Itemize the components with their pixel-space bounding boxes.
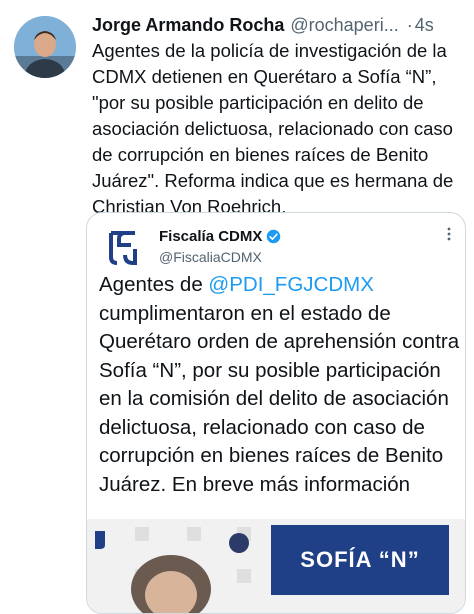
avatar[interactable] [14, 16, 76, 78]
fgj-logo-icon[interactable] [103, 227, 143, 267]
quoted-tweet-image[interactable]: SOFÍA “N” [87, 519, 465, 613]
name-banner: SOFÍA “N” [271, 525, 449, 595]
tweet-text: Agentes de la policía de investigación d… [92, 40, 454, 217]
quoted-text-start: Agentes de [99, 273, 209, 296]
author-name[interactable]: Jorge Armando Rocha [92, 15, 284, 36]
quoted-tweet[interactable]: Fiscalía CDMX @FiscaliaCDMX Agentes de @… [86, 212, 466, 614]
verified-badge-icon [266, 229, 281, 244]
quoted-author-handle[interactable]: @FiscaliaCDMX [159, 249, 262, 265]
quoted-tweet-text: Agentes de @PDI_FGJCDMX cumplimentaron e… [99, 271, 461, 499]
quoted-author-label: Fiscalía CDMX [159, 228, 263, 245]
more-options-icon[interactable] [447, 227, 451, 241]
tweet-timestamp[interactable]: 4s [415, 15, 434, 36]
separator: · [406, 15, 413, 35]
quoted-author-name[interactable]: Fiscalía CDMX [159, 228, 281, 245]
avatar-photo [14, 16, 76, 78]
quoted-text-rest: cumplimentaron en el estado de Querétaro… [99, 301, 460, 496]
mention-link[interactable]: @PDI_FGJCDMX [208, 273, 373, 296]
author-handle[interactable]: @rochaperi... [290, 15, 398, 36]
